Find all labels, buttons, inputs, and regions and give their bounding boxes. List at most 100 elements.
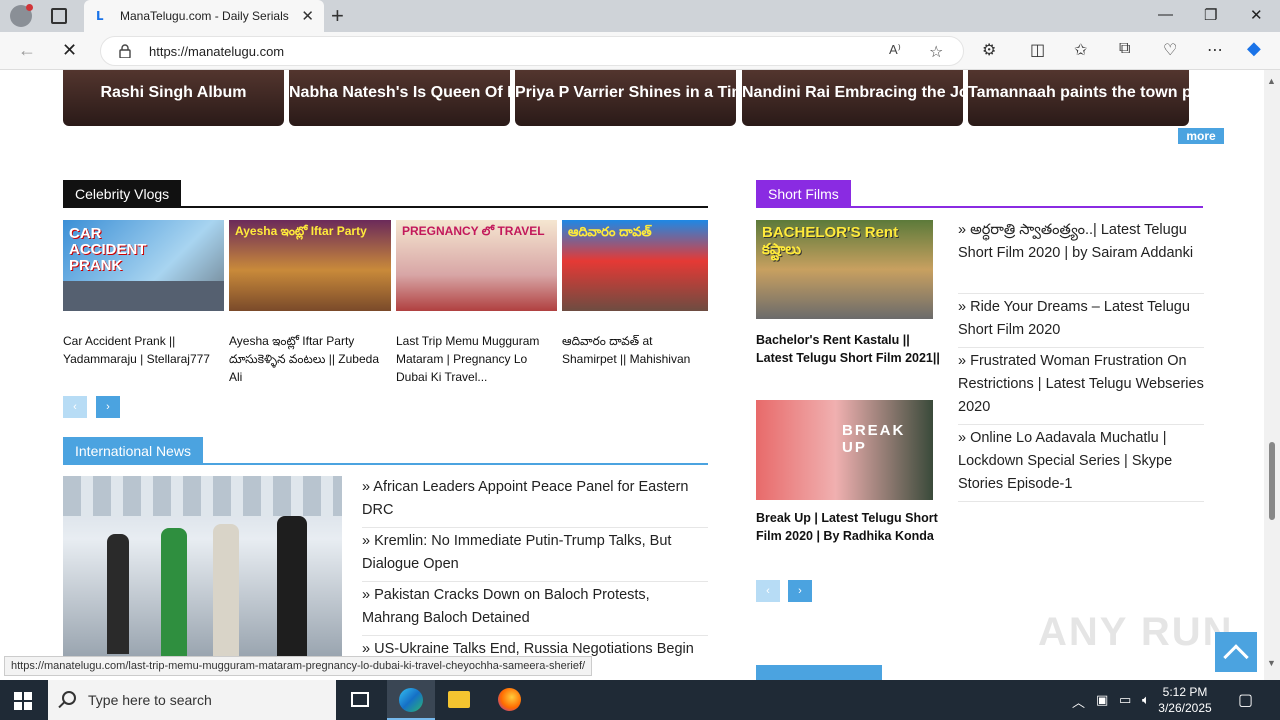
next-section-tag	[756, 665, 882, 680]
vlog-thumbnail[interactable]: ఆదివారం దావత్	[562, 220, 708, 311]
vlog-title-link[interactable]: ఆదివారం దావత్ at Shamirpet || Mahishivan	[562, 332, 708, 368]
vlog-title-link[interactable]: Last Trip Memu Mugguram Mataram | Pregna…	[396, 332, 556, 386]
short-films-next-button[interactable]: ›	[788, 580, 812, 602]
file-explorer-taskbar-app[interactable]	[435, 680, 483, 720]
close-window-button[interactable]: ✕	[1250, 6, 1263, 24]
news-link[interactable]: » Pakistan Cracks Down on Baloch Protest…	[362, 584, 708, 630]
short-film-title-link[interactable]: Break Up | Latest Telugu Short Film 2020…	[756, 509, 942, 545]
news-link[interactable]: » African Leaders Appoint Peace Panel fo…	[362, 476, 708, 522]
tray-chevron-icon[interactable]: ︿	[1072, 692, 1085, 711]
lock-icon[interactable]	[119, 44, 131, 58]
thumbnail-car	[63, 281, 224, 311]
short-film-divider	[958, 347, 1204, 348]
short-film-link[interactable]: » Ride Your Dreams – Latest Telugu Short…	[958, 296, 1204, 342]
thumbnail-text: PREGNANCY లో TRAVEL	[402, 224, 545, 238]
minimize-button[interactable]: —	[1158, 6, 1173, 23]
vlogs-next-button[interactable]: ›	[96, 396, 120, 418]
thumbnail-text: ఆదివారం దావత్	[568, 224, 652, 239]
windows-start-icon[interactable]	[14, 692, 32, 710]
extensions-icon[interactable]: ⚙	[982, 40, 996, 60]
folder-icon	[448, 691, 470, 708]
short-film-link-text: అర్ధరాత్రి స్వాతంత్ర్యం..| Latest Telugu…	[958, 222, 1194, 261]
vlog-thumbnail[interactable]: Ayesha ఇంట్లో Iftar Party	[229, 220, 391, 311]
tab-close-icon[interactable]: ✕	[301, 7, 314, 25]
scroll-up-icon[interactable]: ▲	[1267, 76, 1276, 86]
vlog-title-link[interactable]: Ayesha ఇంట్లో Iftar Party దూసుకెళ్ళిన వం…	[229, 332, 389, 386]
back-arrow-icon[interactable]: ←	[18, 40, 36, 61]
short-film-thumbnail[interactable]: BACHELOR'S Rent కష్టాలు	[756, 220, 933, 319]
browser-tab[interactable]: ᒪ ManaTelugu.com - Daily Serials | ✕	[84, 0, 324, 32]
gallery-card[interactable]: Rashi Singh Album	[63, 70, 284, 126]
thumbnail-text: BREAK UP	[842, 422, 906, 456]
notifications-icon[interactable]: ▢	[1238, 690, 1253, 710]
firefox-taskbar-app[interactable]	[485, 680, 533, 720]
taskbar-search[interactable]: Type here to search	[48, 680, 336, 720]
gallery-card[interactable]: Nabha Natesh's Is Queen Of Hearts	[289, 70, 510, 126]
favorite-star-icon[interactable]: ☆	[929, 42, 943, 62]
news-link-text: African Leaders Appoint Peace Panel for …	[362, 479, 689, 518]
network-icon[interactable]: ▭	[1119, 692, 1131, 708]
gallery-caption: Nandini Rai Embracing the Journey with S…	[742, 84, 963, 101]
page-scrollbar[interactable]: ▲ ▼	[1264, 70, 1280, 680]
tab-actions-icon[interactable]	[51, 8, 67, 24]
short-film-thumbnail[interactable]: BREAK UP	[756, 400, 933, 500]
tray-device-icon[interactable]: ▣	[1096, 692, 1108, 708]
task-view-icon	[351, 692, 369, 707]
notification-dot	[26, 4, 33, 11]
split-screen-icon[interactable]: ◫	[1030, 40, 1045, 60]
short-film-link-text: Frustrated Woman Frustration On Restrict…	[958, 353, 1204, 415]
short-films-prev-button[interactable]: ‹	[756, 580, 780, 602]
image-ceiling	[63, 476, 342, 516]
gallery-card[interactable]: Nandini Rai Embracing the Journey with S…	[742, 70, 963, 126]
copilot-icon[interactable]: ◆	[1247, 38, 1261, 59]
short-film-link-text: Online Lo Aadavala Muchatlu | Lockdown S…	[958, 430, 1173, 492]
url-field[interactable]: https://manatelugu.com A⁾ ☆	[100, 36, 964, 66]
new-tab-button[interactable]: +	[331, 3, 344, 29]
browser-essentials-icon[interactable]: ♡	[1163, 40, 1177, 60]
back-to-top-button[interactable]	[1215, 632, 1257, 672]
thumbnail-text: Ayesha ఇంట్లో Iftar Party	[235, 224, 367, 238]
page-viewport: Rashi Singh Album Nabha Natesh's Is Quee…	[0, 70, 1264, 680]
read-aloud-icon[interactable]: A⁾	[889, 42, 901, 58]
short-film-link[interactable]: » అర్ధరాత్రి స్వాతంత్ర్యం..| Latest Telu…	[958, 219, 1204, 265]
news-divider	[362, 527, 708, 528]
news-link[interactable]: » Kremlin: No Immediate Putin-Trump Talk…	[362, 530, 708, 576]
edge-taskbar-app[interactable]	[387, 680, 435, 720]
taskbar-search-placeholder: Type here to search	[88, 692, 212, 708]
news-featured-image[interactable]	[63, 476, 342, 656]
section-title[interactable]: Short Films	[756, 180, 851, 208]
maximize-button[interactable]: ❐	[1204, 6, 1217, 24]
profile-avatar[interactable]	[10, 4, 33, 27]
vlogs-prev-button[interactable]: ‹	[63, 396, 87, 418]
image-person	[213, 524, 239, 656]
section-rule	[63, 463, 708, 465]
search-icon	[62, 691, 76, 705]
firefox-icon	[498, 688, 521, 711]
vlog-title-link[interactable]: Car Accident Prank || Yadammaraju | Stel…	[63, 332, 224, 368]
vlog-thumbnail[interactable]: PREGNANCY లో TRAVEL	[396, 220, 557, 311]
favorites-icon[interactable]: ✩	[1074, 40, 1087, 60]
section-title[interactable]: Celebrity Vlogs	[63, 180, 182, 208]
short-film-title-link[interactable]: Bachelor's Rent Kastalu || Latest Telugu…	[756, 331, 942, 367]
news-link-text: US-Ukraine Talks End, Russia Negotiation…	[374, 641, 694, 657]
short-film-link[interactable]: » Online Lo Aadavala Muchatlu | Lockdown…	[958, 427, 1204, 496]
windows-taskbar: Type here to search ︿ ▣ ▭ 🔈︎ 5:12 PM 3/2…	[0, 680, 1280, 720]
gallery-caption: Nabha Natesh's Is Queen Of Hearts	[289, 84, 510, 101]
gallery-caption: Priya P Varrier Shines in a Timeless Pho…	[515, 84, 736, 101]
gallery-card[interactable]: Priya P Varrier Shines in a Timeless Pho…	[515, 70, 736, 126]
gallery-more-button[interactable]: more	[1178, 128, 1224, 144]
vlog-thumbnail[interactable]: CAR ACCIDENT PRANK	[63, 220, 224, 311]
settings-more-icon[interactable]: ⋯	[1207, 40, 1223, 60]
collections-icon[interactable]: ⧉	[1119, 40, 1130, 58]
address-bar-row: ← ✕ https://manatelugu.com A⁾ ☆ ⚙ ◫ ✩ ⧉ …	[0, 32, 1280, 70]
scroll-down-icon[interactable]: ▼	[1267, 658, 1276, 668]
news-divider	[362, 581, 708, 582]
news-divider	[362, 635, 708, 636]
gallery-card[interactable]: Tamannaah paints the town pink in style!	[968, 70, 1189, 126]
scroll-thumb[interactable]	[1269, 442, 1275, 520]
stop-loading-icon[interactable]: ✕	[62, 40, 77, 61]
task-view-button[interactable]	[336, 680, 384, 720]
short-film-link[interactable]: » Frustrated Woman Frustration On Restri…	[958, 350, 1204, 419]
section-title[interactable]: International News	[63, 437, 203, 465]
taskbar-clock[interactable]: 5:12 PM 3/26/2025	[1146, 684, 1224, 716]
